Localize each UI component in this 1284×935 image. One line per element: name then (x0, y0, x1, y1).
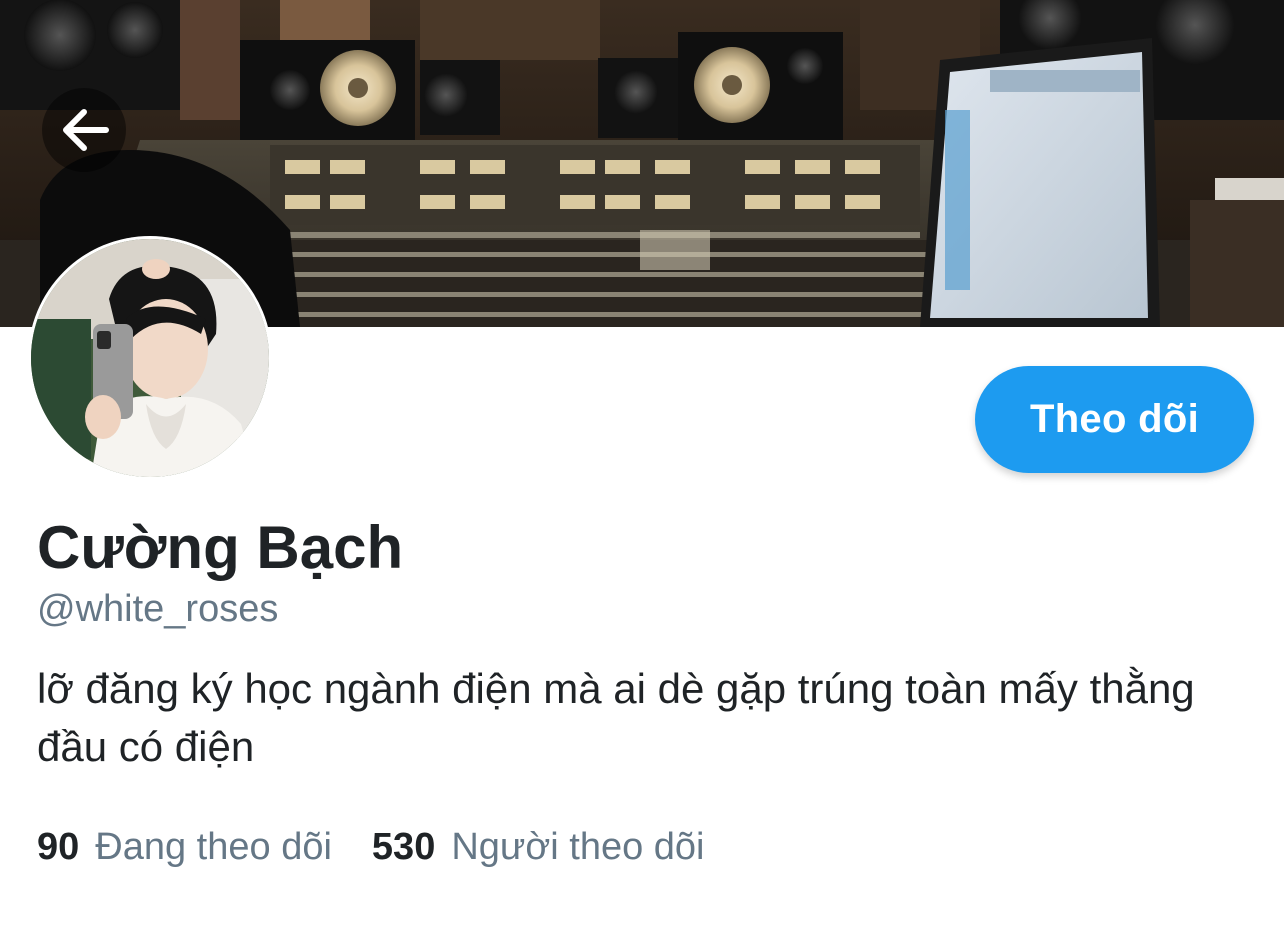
profile-stats: 90 Đang theo dõi 530 Người theo dõi (37, 822, 705, 872)
following-label: Đang theo dõi (95, 826, 332, 868)
profile-bio: lỡ đăng ký học ngành điện mà ai dè gặp t… (37, 665, 1195, 770)
avatar-image (31, 239, 269, 477)
followers-stat[interactable]: 530 Người theo dõi (372, 822, 705, 872)
following-count: 90 (37, 826, 80, 868)
following-stat[interactable]: 90 Đang theo dõi (37, 822, 332, 872)
user-handle: @white_roses (37, 588, 279, 630)
avatar[interactable] (28, 236, 272, 480)
display-name: Cường Bạch (37, 514, 404, 581)
arrow-left-icon (63, 109, 109, 151)
followers-count: 530 (371, 826, 436, 868)
follow-button[interactable]: Theo dõi (975, 366, 1254, 473)
followers-label: Người theo dõi (451, 826, 705, 868)
back-button[interactable] (42, 88, 126, 172)
